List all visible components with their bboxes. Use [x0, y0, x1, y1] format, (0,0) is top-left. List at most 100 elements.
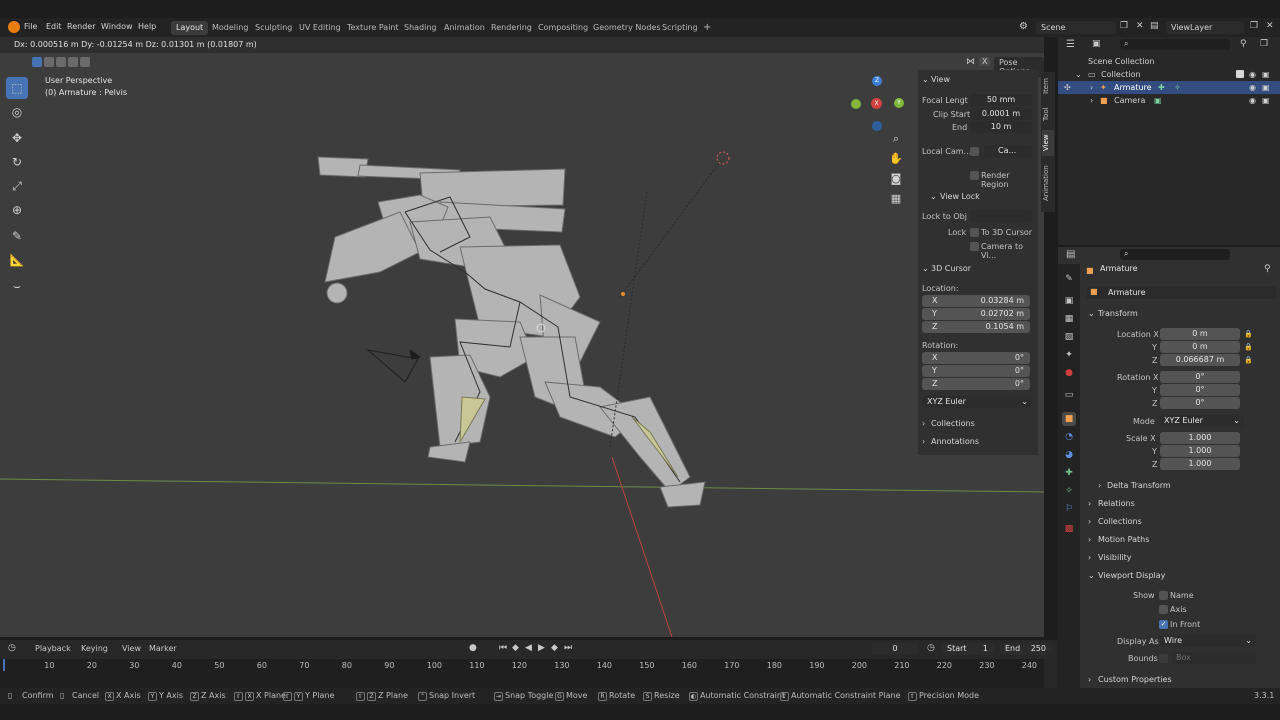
scene-icon[interactable]: ⚙ — [1019, 21, 1028, 32]
workspace-tab-layout[interactable]: Layout — [171, 21, 209, 35]
object-data-tab-icon[interactable]: ✚ — [1062, 466, 1076, 480]
outliner-row-armature[interactable]: ✣ › ✦ Armature ✚ ✧ ◉ ▣ — [1058, 81, 1280, 94]
menu-help[interactable]: Help — [138, 22, 156, 31]
lock-icon[interactable]: 🔒 — [1244, 330, 1253, 338]
camera-render-icon[interactable]: ▣ — [1262, 94, 1270, 107]
annotations-chevron-icon[interactable]: › — [922, 437, 925, 446]
gizmo-y-icon[interactable]: Y — [894, 98, 904, 108]
view-layer-tab-icon[interactable]: ▧ — [1062, 330, 1076, 344]
object-data-block-field[interactable]: ■ Armature — [1086, 286, 1276, 299]
x-mirror-toggle[interactable]: X — [979, 57, 991, 66]
workspace-tab-shading[interactable]: Shading — [399, 21, 442, 35]
camera-view-icon[interactable]: ◙ — [887, 170, 905, 188]
expand-chevron-icon[interactable]: › — [1090, 81, 1093, 94]
focal-length-field[interactable]: 50 mm — [970, 94, 1032, 106]
viewlayer-field[interactable]: ViewLayer — [1166, 21, 1244, 34]
visibility-chevron-icon[interactable]: › — [1088, 553, 1091, 562]
delta-transform-section[interactable]: Delta Transform — [1107, 481, 1171, 490]
scene-tab-icon[interactable]: ✦ — [1062, 348, 1076, 362]
robot-mesh[interactable] — [317, 156, 706, 508]
motion-paths-section[interactable]: Motion Paths — [1098, 535, 1149, 544]
3d-viewport[interactable]: Dx: 0.000516 m Dy: -0.01254 m Dz: 0.0130… — [0, 37, 1044, 637]
workspace-tab-animation[interactable]: Animation — [439, 21, 490, 35]
camera-render-icon[interactable]: ▣ — [1262, 68, 1270, 81]
keying-menu[interactable]: Keying — [81, 644, 108, 653]
new-scene-icon[interactable]: ❐ — [1120, 21, 1128, 31]
outliner-editor-icon[interactable]: ☰ — [1066, 39, 1075, 50]
rotation-mode-dropdown[interactable]: XYZ Euler ⌄ — [1160, 415, 1244, 427]
filter-icon[interactable]: ⚲ — [1240, 39, 1247, 49]
rotation-y-field[interactable]: 0° — [1160, 384, 1240, 396]
modifiers-tab-icon[interactable]: ◔ — [1062, 430, 1076, 444]
display-mode-icon[interactable]: ▣ — [1092, 39, 1101, 49]
show-axis-checkbox[interactable] — [1159, 605, 1168, 614]
pin-icon[interactable]: ⚲ — [1264, 264, 1271, 274]
expand-chevron-icon[interactable]: › — [1090, 94, 1093, 107]
workspace-tab-rendering[interactable]: Rendering — [486, 21, 537, 35]
workspace-tab-geometry-nodes[interactable]: Geometry Nodes — [588, 21, 665, 35]
motion-paths-chevron-icon[interactable]: › — [1088, 535, 1091, 544]
location-x-field[interactable]: 0 m — [1160, 328, 1240, 340]
cursor-rotation-mode-dropdown[interactable]: XYZ Euler ⌄ — [922, 396, 1032, 408]
display-as-dropdown[interactable]: Wire ⌄ — [1160, 635, 1256, 647]
annotations-section-title[interactable]: Annotations — [931, 437, 979, 446]
blender-logo-icon[interactable] — [8, 21, 20, 33]
tab-item[interactable]: Item — [1042, 74, 1054, 98]
gizmo-x-icon[interactable]: X — [871, 98, 882, 109]
timeline-editor-icon[interactable]: ◷ — [8, 643, 16, 653]
current-frame-field[interactable]: 0 — [872, 643, 918, 655]
workspace-tab-modeling[interactable]: Modeling — [207, 21, 253, 35]
object-tab-icon[interactable]: ■ — [1062, 412, 1076, 426]
rotation-x-field[interactable]: 0° — [1160, 371, 1240, 383]
marker-menu[interactable]: Marker — [149, 644, 177, 653]
output-tab-icon[interactable]: ▦ — [1062, 312, 1076, 326]
custom-properties-chevron-icon[interactable]: › — [1088, 675, 1091, 684]
menu-render[interactable]: Render — [67, 22, 95, 31]
play-icon[interactable]: ▶ — [538, 643, 545, 653]
physics-tab-icon[interactable]: ◕ — [1062, 448, 1076, 462]
bone-constraint-tab-icon[interactable]: ⚐ — [1062, 502, 1076, 516]
location-z-field[interactable]: 0.066687 m — [1160, 354, 1240, 366]
viewlayer-icon[interactable]: ▤ — [1150, 21, 1159, 31]
cursor-section-title[interactable]: 3D Cursor — [931, 264, 971, 273]
lock-icon[interactable]: 🔒 — [1244, 356, 1253, 364]
workspace-tab-texture-paint[interactable]: Texture Paint — [342, 21, 404, 35]
menu-file[interactable]: File — [24, 22, 37, 31]
end-frame-field[interactable]: End 250 — [1000, 643, 1052, 655]
gizmo-z-icon[interactable]: Z — [872, 76, 882, 86]
scene-field[interactable]: Scene — [1036, 21, 1116, 34]
visibility-section[interactable]: Visibility — [1098, 553, 1132, 562]
cursor-rot-y-field[interactable]: Y 0° — [922, 365, 1030, 377]
view-lock-chevron-icon[interactable]: ⌄ — [930, 192, 937, 201]
lock-to-cursor-checkbox[interactable] — [970, 228, 979, 237]
cursor-z-field[interactable]: Z 0.1054 m — [922, 321, 1030, 333]
play-reverse-icon[interactable]: ◀ — [525, 643, 532, 653]
transform-section-title[interactable]: Transform — [1098, 309, 1138, 318]
outliner-row-scene-collection[interactable]: Scene Collection — [1058, 55, 1280, 68]
grid-view-icon[interactable]: ▦ — [887, 190, 905, 208]
delete-scene-icon[interactable]: ✕ — [1136, 21, 1144, 31]
record-icon[interactable]: ● — [469, 643, 477, 653]
in-front-checkbox[interactable]: ✓ — [1159, 620, 1168, 629]
workspace-tab-sculpting[interactable]: Sculpting — [250, 21, 297, 35]
properties-editor-icon[interactable]: ▤ — [1066, 249, 1075, 260]
view-lock-title[interactable]: View Lock — [940, 192, 980, 201]
tab-animation[interactable]: Animation — [1042, 160, 1054, 206]
menu-edit[interactable]: Edit — [46, 22, 62, 31]
pose-mode-icon[interactable]: ✣ — [1064, 81, 1071, 94]
collections-chevron-icon[interactable]: › — [922, 419, 925, 428]
playhead[interactable] — [3, 659, 5, 671]
collections-section-title[interactable]: Collections — [931, 419, 975, 428]
pose-options-icon[interactable]: ⋈ — [966, 57, 975, 67]
eye-icon[interactable]: ◉ — [1249, 94, 1256, 107]
collections-section[interactable]: Collections — [1098, 517, 1142, 526]
cursor-section-chevron-icon[interactable]: ⌄ — [922, 264, 929, 273]
eye-icon[interactable]: ◉ — [1249, 81, 1256, 94]
3d-cursor-icon[interactable] — [716, 151, 730, 165]
gizmo-neg-z-icon[interactable] — [872, 121, 882, 131]
workspace-tab-uv-editing[interactable]: UV Editing — [294, 21, 346, 35]
bone-tab-icon[interactable]: ✧ — [1062, 484, 1076, 498]
exclude-checkbox[interactable] — [1236, 70, 1244, 78]
rotation-z-field[interactable]: 0° — [1160, 397, 1240, 409]
gizmo-neg-y-icon[interactable] — [851, 99, 861, 109]
